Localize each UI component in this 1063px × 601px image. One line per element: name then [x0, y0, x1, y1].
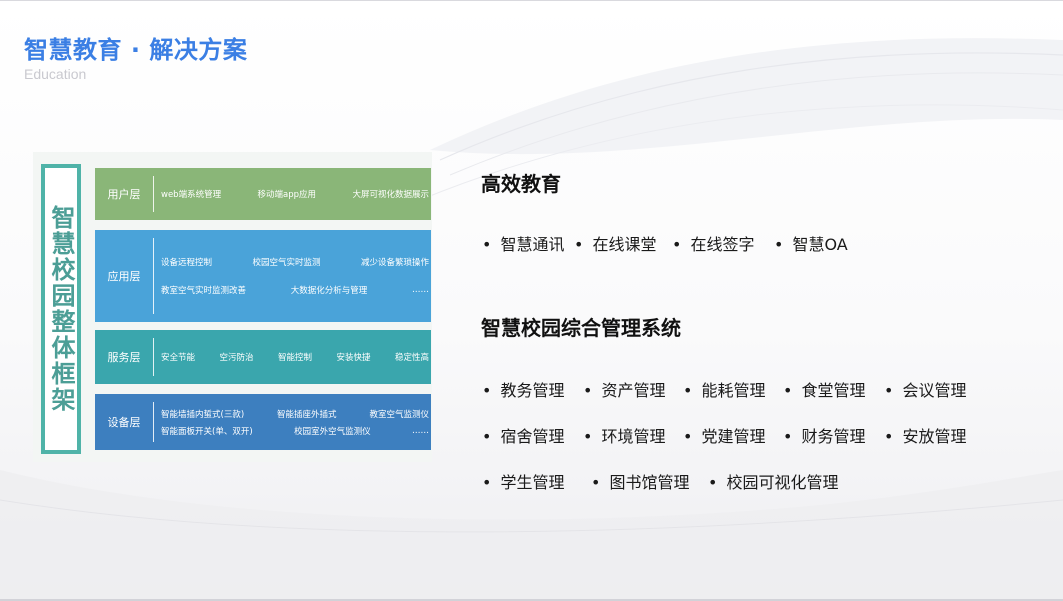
feature-item: 财务管理	[783, 423, 884, 447]
layer-item: 智能插座外插式	[277, 409, 337, 420]
feature-list-row: 智慧通讯 在线课堂 在线签字 智慧OA	[482, 231, 847, 255]
layer-item: 校园室外空气监测仪	[294, 426, 371, 437]
feature-item: 食堂管理	[783, 377, 884, 401]
framework-side-title: 智慧校园整体框架	[41, 164, 81, 454]
feature-item: 智慧OA	[774, 231, 847, 255]
layer-item: 空污防治	[219, 353, 254, 363]
layer-row: 设备远程控制 校园空气实时监测 减少设备繁琐操作	[161, 256, 429, 268]
layer-row: 安全节能 空污防治 智能控制 安装快捷 稳定性高	[161, 351, 429, 363]
layer-separator	[153, 338, 154, 376]
layer-device: 设备层 智能墙插内蜇式(三款) 智能插座外插式 教室空气监测仪 智能面板开关(单…	[95, 394, 431, 450]
page-title: 智慧教育 · 解决方案	[24, 36, 248, 64]
feature-item: 在线签字	[672, 231, 774, 255]
feature-item: 安放管理	[884, 423, 966, 447]
layer-row: 智能面板开关(单、双开) 校园室外空气监测仪 ……	[161, 425, 429, 437]
layer-item: 减少设备繁琐操作	[360, 258, 429, 268]
layer-application: 应用层 设备远程控制 校园空气实时监测 减少设备繁琐操作 教室空气实时监测改善 …	[95, 230, 431, 322]
feature-item: 图书馆管理	[591, 469, 708, 493]
layer-separator	[153, 176, 154, 212]
feature-list-row: 学生管理 图书馆管理 校园可视化管理	[482, 469, 838, 493]
layer-name: 应用层	[107, 270, 141, 283]
feature-item: 环境管理	[583, 423, 683, 447]
layer-item: 大数据化分析与管理	[290, 286, 368, 296]
feature-item: 教务管理	[482, 377, 583, 401]
feature-item: 会议管理	[884, 377, 966, 401]
section-heading-campus-management: 智慧校园综合管理系统	[481, 316, 681, 340]
layer-row: 智能墙插内蜇式(三款) 智能插座外插式 教室空气监测仪	[161, 408, 429, 420]
layer-row: web端系统管理 移动端app应用 大屏可视化数据展示	[161, 188, 429, 200]
campus-framework-diagram: 智慧校园整体框架 用户层 web端系统管理 移动端app应用 大屏可视化数据展示…	[33, 152, 432, 462]
layer-item: ……	[412, 425, 429, 436]
feature-item: 学生管理	[482, 469, 591, 493]
section-heading-efficient-education: 高效教育	[481, 172, 561, 196]
layer-item: 校园空气实时监测	[252, 258, 321, 268]
layer-item: 设备远程控制	[161, 258, 213, 268]
feature-list-row: 宿舍管理 环境管理 党建管理 财务管理 安放管理	[482, 423, 966, 447]
layer-item: 智能墙插内蜇式(三款)	[161, 409, 245, 420]
layer-name: 服务层	[107, 351, 141, 364]
feature-item: 能耗管理	[683, 377, 783, 401]
layer-separator	[153, 402, 154, 442]
layer-service: 服务层 安全节能 空污防治 智能控制 安装快捷 稳定性高	[95, 330, 431, 384]
page-subtitle: Education	[24, 66, 87, 82]
framework-side-title-text: 智慧校园整体框架	[47, 205, 75, 413]
feature-item: 资产管理	[583, 377, 683, 401]
layer-separator	[153, 238, 154, 314]
layer-user: 用户层 web端系统管理 移动端app应用 大屏可视化数据展示	[95, 168, 431, 220]
layer-item: 教室空气实时监测改善	[161, 286, 247, 296]
layer-item: 稳定性高	[394, 353, 429, 363]
layer-item: 安全节能	[161, 353, 196, 363]
feature-item: 校园可视化管理	[708, 469, 838, 493]
feature-list-row: 教务管理 资产管理 能耗管理 食堂管理 会议管理	[482, 377, 966, 401]
layer-item: 教室空气监测仪	[369, 409, 429, 420]
layer-name: 用户层	[107, 188, 141, 201]
layer-item: 智能控制	[277, 353, 312, 363]
layer-row: 教室空气实时监测改善 大数据化分析与管理 ……	[161, 284, 429, 296]
layer-item: ……	[412, 285, 429, 295]
feature-item: 党建管理	[683, 423, 783, 447]
feature-item: 智慧通讯	[482, 231, 574, 255]
layer-item: 移动端app应用	[257, 190, 317, 200]
layer-item: 智能面板开关(单、双开)	[161, 426, 253, 437]
layer-name: 设备层	[107, 416, 141, 429]
layer-item: 安装快捷	[336, 353, 371, 363]
feature-item: 宿舍管理	[482, 423, 583, 447]
feature-item: 在线课堂	[574, 231, 672, 255]
layer-item: 大屏可视化数据展示	[352, 190, 429, 200]
layer-item: web端系统管理	[161, 190, 222, 200]
